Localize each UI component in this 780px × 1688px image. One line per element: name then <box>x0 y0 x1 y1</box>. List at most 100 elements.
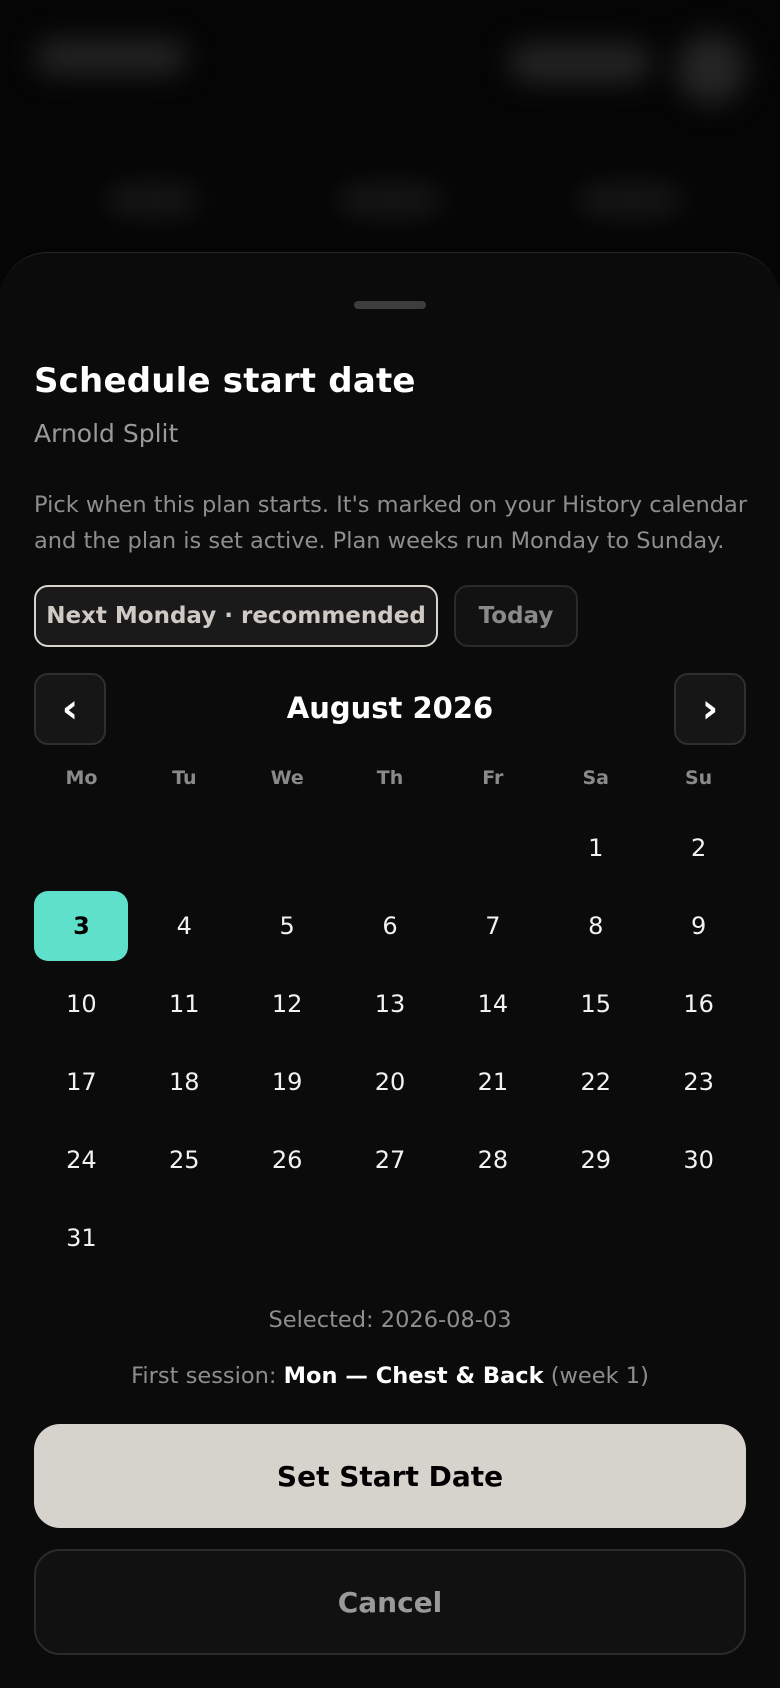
calendar-day-number: 15 <box>580 990 611 1018</box>
calendar-day[interactable]: 23 <box>647 1043 750 1121</box>
first-session-suffix: (week 1) <box>550 1363 649 1389</box>
calendar-day-number: 6 <box>382 912 398 940</box>
calendar-empty-cell <box>30 809 133 887</box>
plan-name: Arnold Split <box>34 419 179 448</box>
calendar-day-grid: 1 2 3 4 5 6 7 8 9 10 11 12 13 14 15 16 17 18 19 20 21 22 23 24 2… <box>30 809 750 1277</box>
weekday-label: Tu <box>172 767 197 789</box>
today-chip[interactable]: Today <box>454 585 578 647</box>
calendar-day-number: 10 <box>66 990 97 1018</box>
next-monday-chip[interactable]: Next Monday · recommended <box>34 585 438 647</box>
calendar-day-number: 22 <box>580 1068 611 1096</box>
sheet-description: Pick when this plan starts. It's marked … <box>34 492 748 554</box>
calendar-day-number: 21 <box>477 1068 509 1096</box>
calendar-day-number: 25 <box>169 1146 200 1174</box>
calendar-empty-cell <box>441 809 544 887</box>
calendar-day-selected[interactable]: 3 <box>30 887 133 965</box>
calendar-day-number: 18 <box>169 1068 200 1096</box>
calendar-day[interactable]: 13 <box>339 965 442 1043</box>
calendar-day-number: 17 <box>66 1068 97 1096</box>
calendar-day[interactable]: 8 <box>544 887 647 965</box>
calendar-day-number: 14 <box>477 990 509 1018</box>
calendar-day-number: 12 <box>271 990 303 1018</box>
calendar-day[interactable]: 20 <box>339 1043 442 1121</box>
calendar-day[interactable]: 9 <box>647 887 750 965</box>
calendar-day[interactable]: 10 <box>30 965 133 1043</box>
calendar-day-number: 19 <box>271 1068 303 1096</box>
calendar-day[interactable]: 21 <box>441 1043 544 1121</box>
calendar-day-number: 5 <box>279 912 295 940</box>
chevron-right-icon: › <box>701 686 719 732</box>
calendar-day-number: 3 <box>34 891 129 961</box>
calendar-day-number: 11 <box>169 990 200 1018</box>
calendar-day[interactable]: 1 <box>544 809 647 887</box>
calendar-day-number: 16 <box>683 990 714 1018</box>
calendar-empty-cell <box>133 809 236 887</box>
weekday-label: Th <box>376 767 404 789</box>
selected-date-text: Selected: 2026-08-03 <box>268 1307 512 1333</box>
calendar-day-number: 20 <box>374 1068 406 1096</box>
calendar-day[interactable]: 18 <box>133 1043 236 1121</box>
blurred-header-title <box>36 40 186 74</box>
calendar-day[interactable]: 11 <box>133 965 236 1043</box>
calendar-day-number: 8 <box>588 912 604 940</box>
calendar-day[interactable]: 24 <box>30 1121 133 1199</box>
weekday-label: We <box>270 767 304 789</box>
sheet-grabber-handle[interactable] <box>354 301 426 309</box>
calendar-day[interactable]: 31 <box>30 1199 133 1277</box>
blurred-tab-2 <box>340 186 440 214</box>
calendar-day-number: 28 <box>477 1146 509 1174</box>
next-month-button[interactable]: › <box>674 673 746 745</box>
calendar-day[interactable]: 14 <box>441 965 544 1043</box>
calendar-day[interactable]: 15 <box>544 965 647 1043</box>
calendar-day-number: 4 <box>176 912 192 940</box>
calendar-day-number: 24 <box>66 1146 97 1174</box>
calendar-empty-cell <box>236 809 339 887</box>
calendar-day[interactable]: 17 <box>30 1043 133 1121</box>
calendar-day-number: 23 <box>683 1068 714 1096</box>
calendar-day[interactable]: 29 <box>544 1121 647 1199</box>
calendar-day[interactable]: 2 <box>647 809 750 887</box>
first-session-text: First session: Mon — Chest & Back (week … <box>0 1363 780 1389</box>
cancel-button[interactable]: Cancel <box>34 1549 746 1655</box>
calendar-day[interactable]: 26 <box>236 1121 339 1199</box>
calendar-day-number: 29 <box>580 1146 611 1174</box>
calendar-day[interactable]: 4 <box>133 887 236 965</box>
calendar-day[interactable]: 27 <box>339 1121 442 1199</box>
calendar-day[interactable]: 6 <box>339 887 442 965</box>
first-session-value: Mon — Chest & Back <box>283 1363 544 1389</box>
blurred-tab-1 <box>108 186 198 214</box>
calendar-day-number: 31 <box>66 1224 97 1252</box>
calendar-day-number: 27 <box>374 1146 406 1174</box>
weekday-label: Fr <box>482 767 504 789</box>
weekday-label: Su <box>684 767 713 789</box>
calendar-day[interactable]: 25 <box>133 1121 236 1199</box>
calendar-day[interactable]: 16 <box>647 965 750 1043</box>
sheet-title: Schedule start date <box>34 361 416 401</box>
blurred-avatar <box>676 34 746 104</box>
weekday-label: Sa <box>582 767 609 789</box>
blurred-tab-3 <box>580 186 680 214</box>
calendar-empty-cell <box>339 809 442 887</box>
calendar-day-number: 1 <box>588 834 604 862</box>
previous-month-button[interactable]: ‹ <box>34 673 106 745</box>
calendar-day[interactable]: 30 <box>647 1121 750 1199</box>
calendar-day-number: 30 <box>683 1146 714 1174</box>
blurred-header-button <box>510 44 650 82</box>
calendar-day-number: 9 <box>690 912 707 940</box>
calendar-day-number: 7 <box>485 912 501 940</box>
month-label: August 2026 <box>286 691 494 725</box>
calendar-day-number: 13 <box>374 990 406 1018</box>
calendar-day[interactable]: 19 <box>236 1043 339 1121</box>
calendar-day[interactable]: 7 <box>441 887 544 965</box>
first-session-prefix: First session: <box>131 1363 277 1389</box>
schedule-bottom-sheet: Schedule start date Arnold Split Pick wh… <box>0 252 780 1688</box>
calendar-day[interactable]: 5 <box>236 887 339 965</box>
weekday-label: Mo <box>65 767 98 789</box>
chevron-left-icon: ‹ <box>61 686 79 732</box>
weekday-header-row: Mo Tu We Th Fr Sa Su <box>30 767 750 789</box>
calendar-day[interactable]: 22 <box>544 1043 647 1121</box>
calendar-day-number: 2 <box>690 834 707 862</box>
calendar-day[interactable]: 12 <box>236 965 339 1043</box>
set-start-date-button[interactable]: Set Start Date <box>34 1424 746 1528</box>
calendar-day[interactable]: 28 <box>441 1121 544 1199</box>
